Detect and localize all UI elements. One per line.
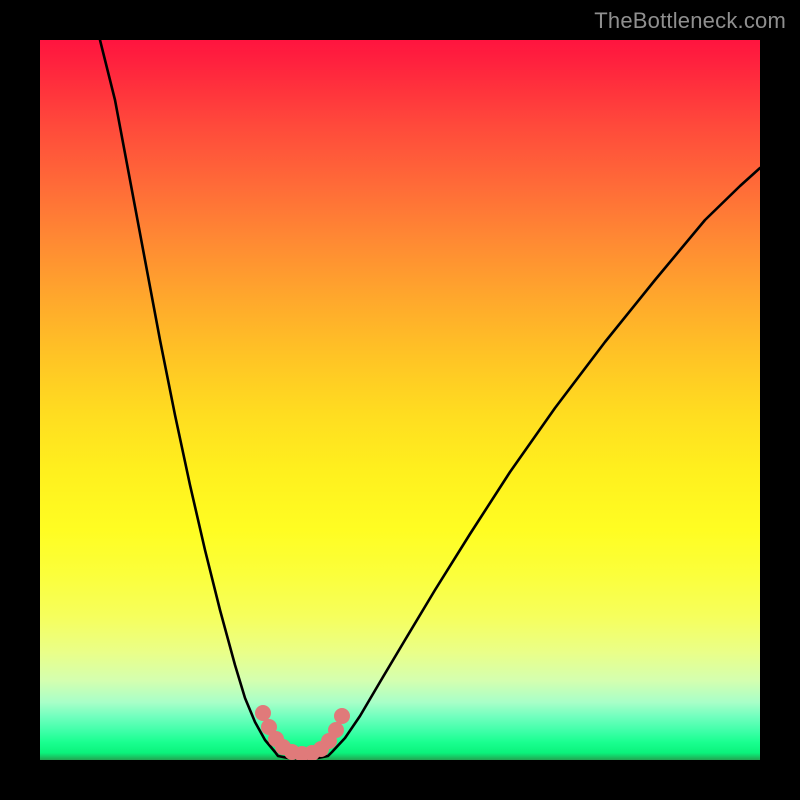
chart-frame: TheBottleneck.com — [0, 0, 800, 800]
plot-area — [40, 40, 760, 760]
bottleneck-curve — [100, 40, 760, 759]
highlight-dot — [255, 705, 271, 721]
curve-layer — [40, 40, 760, 760]
highlight-dot — [328, 722, 344, 738]
highlight-dot — [334, 708, 350, 724]
watermark-text: TheBottleneck.com — [594, 8, 786, 34]
valley-highlight-dots — [255, 705, 350, 760]
